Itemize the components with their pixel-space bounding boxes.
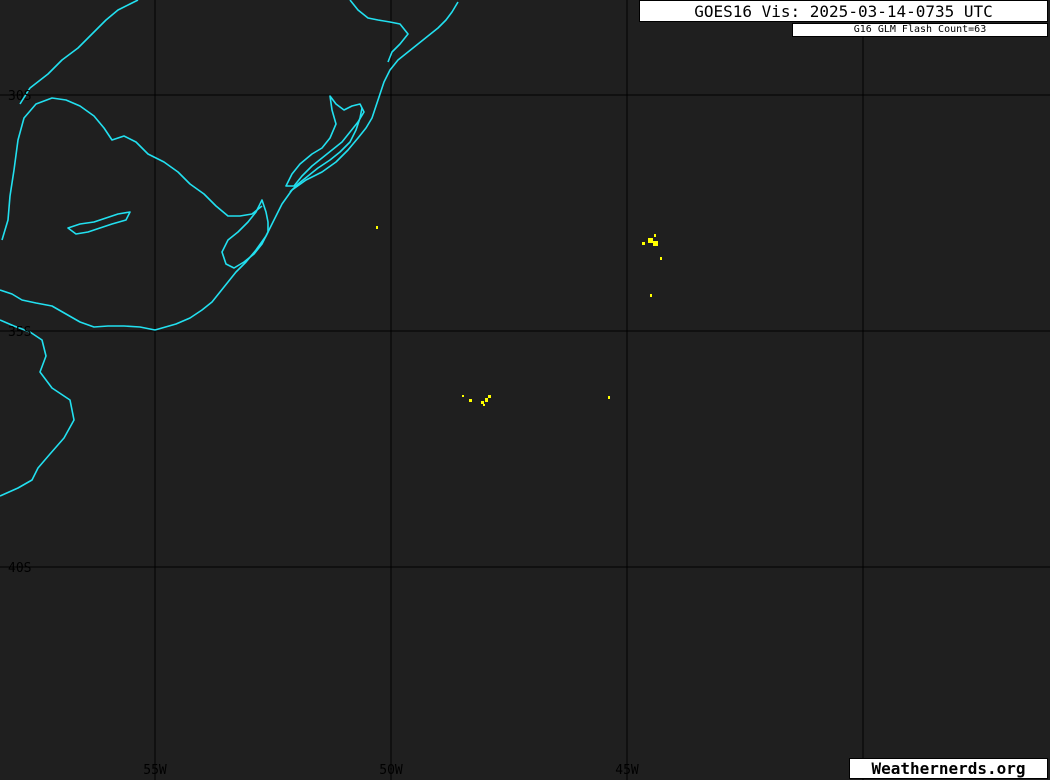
lightning-flash <box>469 399 472 402</box>
lightning-flash <box>481 401 484 404</box>
lon-label-55w: 55W <box>143 763 167 778</box>
lightning-flash <box>488 395 491 398</box>
lat-label-30s: 30S <box>8 89 31 104</box>
lightning-flash <box>376 226 378 229</box>
lon-label-45w: 45W <box>615 763 639 778</box>
lightning-flash <box>660 257 662 260</box>
lightning-flash <box>654 234 656 237</box>
lightning-flash <box>485 398 488 402</box>
lon-label-50w: 50W <box>379 763 403 778</box>
lat-label-35s: 35S <box>8 325 31 340</box>
lat-label-40s: 40S <box>8 561 31 576</box>
lightning-flash <box>483 404 485 406</box>
lightning-flash <box>653 241 658 246</box>
product-title: GOES16 Vis: 2025-03-14-0735 UTC <box>639 0 1048 22</box>
lightning-flash <box>608 396 610 399</box>
lightning-flash <box>462 395 464 397</box>
lightning-flash <box>650 294 652 297</box>
lightning-flash <box>642 242 645 245</box>
lightning-flash <box>648 238 653 243</box>
flash-count-label: G16 GLM Flash Count=63 <box>792 23 1048 37</box>
map-background <box>0 0 1050 780</box>
brand-watermark: Weathernerds.org <box>849 758 1048 779</box>
satellite-map: 30S 35S 40S 55W 50W 45W <box>0 0 1050 780</box>
